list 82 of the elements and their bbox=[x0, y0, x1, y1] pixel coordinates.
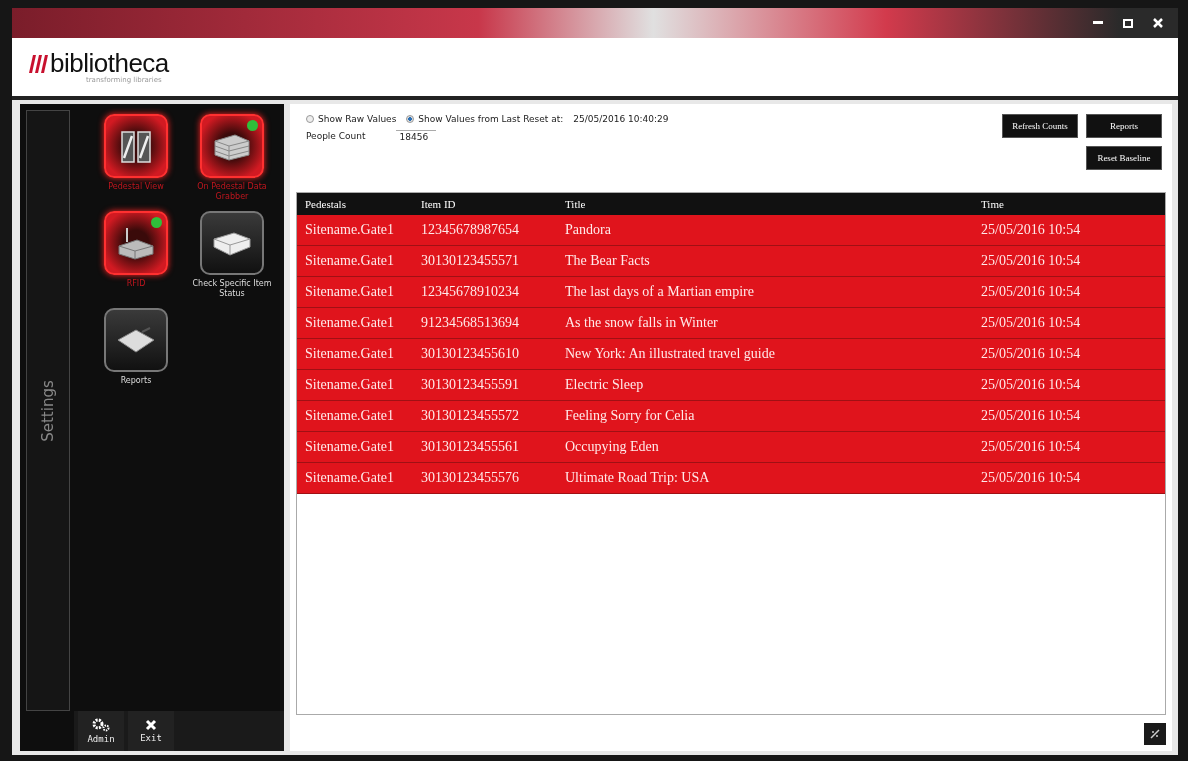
table-cell-text: 12345678987654 bbox=[420, 222, 520, 238]
tile-button[interactable] bbox=[200, 211, 264, 276]
table-cell-text: 12345678910234 bbox=[420, 284, 520, 300]
logo-text: bibliotheca bbox=[50, 50, 169, 76]
column-header: Title bbox=[564, 198, 587, 210]
radio-option[interactable]: Show Values from Last Reset at: bbox=[406, 114, 564, 124]
table-cell-text: Sitename.Gate1 bbox=[304, 222, 396, 238]
table-cell-text: 25/05/2016 10:54 bbox=[980, 222, 1082, 238]
tile-label: On Pedestal Data Grabber bbox=[196, 182, 268, 202]
table-cell-text: 30130123455571 bbox=[420, 253, 520, 269]
table-cell-text: Pandora bbox=[564, 222, 612, 238]
table-cell-text: 30130123455610 bbox=[420, 346, 520, 362]
tile-button[interactable] bbox=[200, 114, 264, 178]
table-cell-text: Sitename.Gate1 bbox=[304, 439, 396, 455]
action-button[interactable]: Reset Baseline bbox=[1086, 146, 1162, 170]
tile-label: Reports bbox=[119, 376, 153, 386]
settings-icon bbox=[92, 718, 110, 732]
table-row[interactable]: Sitename.Gate1 30130123455561 Occupying Eden 25/05/2016 10:54 bbox=[297, 432, 1165, 463]
reset-time: 25/05/2016 10:40:29 bbox=[573, 114, 669, 124]
people-count-label: People Count bbox=[306, 131, 366, 141]
table-cell-text: Sitename.Gate1 bbox=[304, 284, 396, 300]
logo-icon bbox=[26, 53, 48, 73]
close-icon bbox=[145, 719, 157, 731]
table-cell-text: Sitename.Gate1 bbox=[304, 253, 396, 269]
tile-label: RFID bbox=[125, 279, 147, 289]
table-cell-text: Sitename.Gate1 bbox=[304, 315, 396, 331]
column-header: Time bbox=[980, 198, 1005, 210]
column-header: Item ID bbox=[420, 198, 457, 210]
minimize-icon bbox=[1093, 21, 1103, 25]
table-row[interactable]: Sitename.Gate1 30130123455571 The Bear Facts 25/05/2016 10:54 bbox=[297, 246, 1165, 277]
table-cell-text: 25/05/2016 10:54 bbox=[980, 470, 1082, 486]
table-cell-text: Sitename.Gate1 bbox=[304, 470, 396, 486]
table-cell-text: Feeling Sorry for Celia bbox=[564, 408, 696, 424]
table-cell-text: Sitename.Gate1 bbox=[304, 346, 396, 362]
table-cell-text: Sitename.Gate1 bbox=[304, 377, 396, 393]
table-row[interactable]: Sitename.Gate1 12345678910234 The last days of a Martian empire 25/05/2016 10:54 bbox=[297, 277, 1165, 308]
table-row[interactable]: Sitename.Gate1 12345678987654 Pandora 25/05/2016 10:54 bbox=[297, 215, 1165, 246]
table-cell-text: 91234568513694 bbox=[420, 315, 520, 331]
action-button[interactable]: Reports bbox=[1086, 114, 1162, 138]
table-row[interactable]: Sitename.Gate1 30130123455572 Feeling Sorry for Celia 25/05/2016 10:54 bbox=[297, 401, 1165, 432]
books-icon bbox=[213, 131, 251, 161]
exit-button[interactable]: Exit bbox=[128, 711, 174, 751]
table-cell-text: 30130123455561 bbox=[420, 439, 520, 455]
maximize-icon bbox=[1123, 18, 1133, 28]
report-icon bbox=[116, 326, 156, 355]
table-cell-text: 25/05/2016 10:54 bbox=[980, 377, 1082, 393]
tile-label: Check Specific Item Status bbox=[192, 279, 272, 299]
radio-option[interactable]: Show Raw Values bbox=[306, 114, 397, 124]
action-button[interactable]: Refresh Counts bbox=[1002, 114, 1078, 138]
column-header: Pedestals bbox=[304, 198, 347, 210]
table-cell-text: 25/05/2016 10:54 bbox=[980, 253, 1082, 269]
admin-button[interactable]: Admin bbox=[78, 711, 124, 751]
table-cell-text: New York: An illustrated travel guide bbox=[564, 346, 776, 362]
tile-button[interactable] bbox=[104, 211, 168, 276]
table-row[interactable]: Sitename.Gate1 30130123455591 Electric Sleep 25/05/2016 10:54 bbox=[297, 370, 1165, 401]
gates-icon bbox=[118, 128, 154, 164]
table-cell-text: Electric Sleep bbox=[564, 377, 645, 393]
tile-label: Pedestal View bbox=[107, 182, 165, 192]
table-cell-text: 25/05/2016 10:54 bbox=[980, 315, 1082, 331]
table-cell-text: 25/05/2016 10:54 bbox=[980, 346, 1082, 362]
tile-button[interactable] bbox=[104, 308, 168, 373]
table-cell-text: The Bear Facts bbox=[564, 253, 651, 269]
book-icon bbox=[212, 229, 252, 258]
tile-button[interactable] bbox=[104, 114, 168, 178]
people-count-value: 18456 bbox=[395, 130, 437, 142]
table-cell-text: 25/05/2016 10:54 bbox=[980, 284, 1082, 300]
table-cell-text: 25/05/2016 10:54 bbox=[980, 408, 1082, 424]
table-row[interactable]: Sitename.Gate1 30130123455576 Ultimate Road Trip: USA 25/05/2016 10:54 bbox=[297, 463, 1165, 494]
table-cell-text: 30130123455591 bbox=[420, 377, 520, 393]
table-row[interactable]: Sitename.Gate1 91234568513694 As the snow falls in Winter 25/05/2016 10:54 bbox=[297, 308, 1165, 339]
table-cell-text: Occupying Eden bbox=[564, 439, 660, 455]
table-cell-text: Ultimate Road Trip: USA bbox=[564, 470, 711, 486]
table-cell-text: The last days of a Martian empire bbox=[564, 284, 755, 300]
close-icon bbox=[1153, 18, 1163, 28]
reader-icon bbox=[117, 226, 155, 261]
settings-tab[interactable]: Settings bbox=[26, 110, 70, 711]
table-cell-text: As the snow falls in Winter bbox=[564, 315, 719, 331]
table-cell-text: Sitename.Gate1 bbox=[304, 408, 396, 424]
table-row[interactable]: Sitename.Gate1 30130123455610 New York: An illustrated travel guide 25/05/2016 10:54 bbox=[297, 339, 1165, 370]
table-cell-text: 30130123455576 bbox=[420, 470, 520, 486]
table-cell-text: 30130123455572 bbox=[420, 408, 520, 424]
table-cell-text: 25/05/2016 10:54 bbox=[980, 439, 1082, 455]
